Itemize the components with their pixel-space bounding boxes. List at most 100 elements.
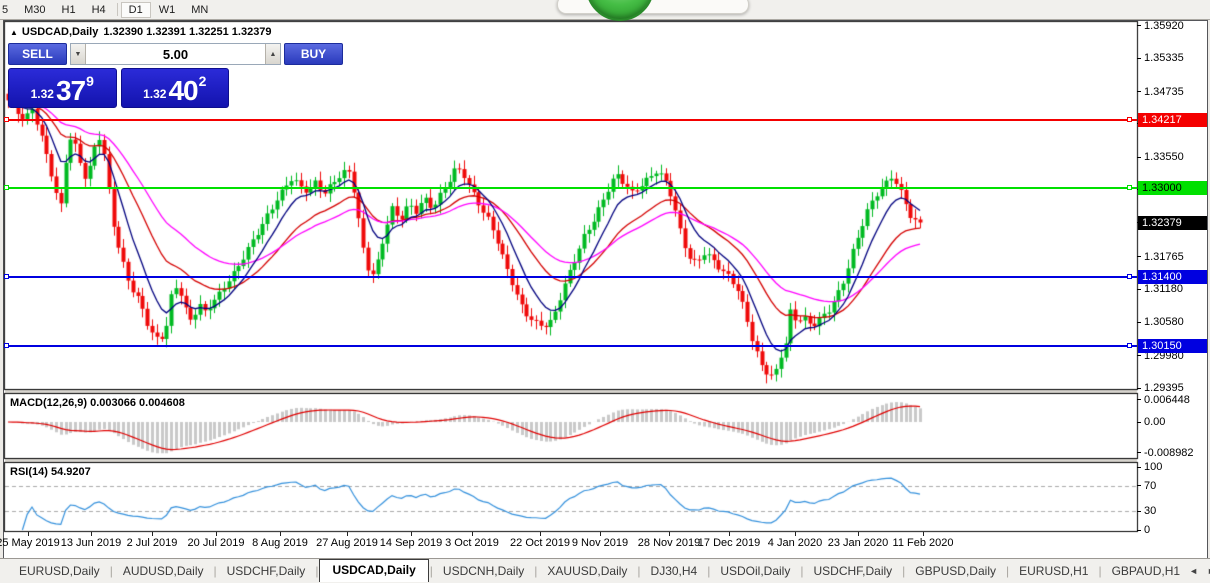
date-axis-tick	[795, 532, 796, 536]
tab-dj30-h4[interactable]: DJ30,H4	[642, 560, 707, 582]
date-axis-label: 28 Nov 2019	[637, 537, 701, 549]
timeframe-button-h1[interactable]: H1	[54, 2, 84, 18]
rsi-axis-tick: 30	[1137, 505, 1156, 517]
date-axis-label: 9 Nov 2019	[571, 537, 629, 549]
mt4-terminal: 5 M30 H1 H4 D1 W1 MN ▲ USDCAD,Daily 1.32390 1.32…	[0, 0, 1210, 583]
tab-scroll-left-icon[interactable]: ◄	[1189, 566, 1198, 576]
sell-price-box[interactable]: 1.32 37 9	[8, 68, 117, 108]
date-axis-label: 13 Jun 2019	[60, 537, 122, 549]
date-axis-tick	[858, 532, 859, 536]
tab-usdchf-daily[interactable]: USDCHF,Daily	[218, 560, 315, 582]
timeframe-button-m30[interactable]: M30	[16, 2, 53, 18]
tab-usdcnh-daily[interactable]: USDCNH,Daily	[434, 560, 533, 582]
sell-button[interactable]: SELL	[8, 43, 67, 65]
tab-separator: |	[315, 564, 319, 578]
horizontal-line-1.34217[interactable]	[5, 119, 1137, 122]
tab-scroll-arrows: ◄►	[1189, 566, 1210, 576]
timeframe-button-d1[interactable]: D1	[120, 1, 151, 18]
tab-eurusd-h1[interactable]: EURUSD,H1	[1010, 560, 1097, 582]
date-axis-label: 3 Oct 2019	[445, 537, 499, 549]
date-axis-label: 8 Aug 2019	[252, 537, 308, 549]
date-axis-label: 4 Jan 2020	[767, 537, 823, 549]
date-axis-tick	[28, 532, 29, 536]
price-axis-tick: 1.29395	[1137, 382, 1184, 394]
chart-tab-bar: EURUSD,Daily | AUDUSD,Daily | USDCHF,Daily | U…	[0, 558, 1210, 583]
date-axis-label: 11 Feb 2020	[892, 537, 954, 549]
rsi-axis-tick: 100	[1137, 461, 1162, 473]
macd-axis-tick: 0.00	[1137, 416, 1165, 428]
tab-usdcad-daily[interactable]: USDCAD,Daily	[319, 558, 429, 582]
volume-input[interactable]	[86, 44, 265, 64]
date-axis-tick	[729, 532, 730, 536]
date-axis-tick	[472, 532, 473, 536]
one-click-trading-panel: SELL ▼ ▲ BUY 1.32379 1.32402	[8, 43, 343, 108]
timeframe-button-5[interactable]: 5	[0, 2, 16, 18]
tab-usdchf-daily[interactable]: USDCHF,Daily	[804, 560, 901, 582]
line-handle-right[interactable]	[1127, 343, 1132, 349]
date-axis-label: 14 Sep 2019	[379, 537, 443, 549]
sell-price-big: 37	[55, 75, 86, 106]
date-axis-tick	[669, 532, 670, 536]
date-axis-tick	[600, 532, 601, 536]
buy-price-prefix: 1.32	[143, 87, 167, 101]
date-axis-tick	[923, 532, 924, 536]
toolbar-separator	[116, 3, 118, 16]
timeframe-button-w1[interactable]: W1	[151, 2, 184, 18]
chart-title-ohlc: 1.32390 1.32391 1.32251 1.32379	[103, 26, 272, 38]
line-price-label: 1.34217	[1138, 113, 1207, 128]
date-axis-tick	[152, 532, 153, 536]
tab-usdoil-daily[interactable]: USDOil,Daily	[711, 560, 799, 582]
price-axis-tick: 1.31180	[1137, 283, 1183, 295]
line-handle-right[interactable]	[1127, 273, 1132, 279]
timeframe-button-h4[interactable]: H4	[84, 2, 114, 18]
sell-price-sup: 9	[86, 73, 94, 89]
price-axis-tick: 1.35335	[1137, 52, 1184, 64]
tab-separator: |	[1098, 564, 1102, 578]
chart-title: ▲ USDCAD,Daily 1.32390 1.32391 1.32251 1.3…	[10, 26, 272, 38]
date-axis-tick	[280, 532, 281, 536]
price-axis-tick: 1.30580	[1137, 316, 1184, 328]
buy-button[interactable]: BUY	[284, 43, 343, 65]
buy-price-big: 40	[168, 75, 198, 106]
timeframe-button-mn[interactable]: MN	[183, 2, 216, 18]
date-axis-label: 25 May 2019	[0, 537, 60, 549]
tab-gbpusd-daily[interactable]: GBPUSD,Daily	[906, 560, 1005, 582]
horizontal-line-1.30150[interactable]	[5, 345, 1137, 348]
date-axis-label: 27 Aug 2019	[316, 537, 378, 549]
line-handle-left[interactable]	[4, 273, 9, 279]
date-axis-tick	[347, 532, 348, 536]
date-axis-tick	[216, 532, 217, 536]
date-axis-label: 23 Jan 2020	[827, 537, 889, 549]
tab-audusd-daily[interactable]: AUDUSD,Daily	[114, 560, 213, 582]
volume-increase-button[interactable]: ▲	[265, 44, 280, 64]
collapse-arrow-icon[interactable]: ▲	[10, 28, 18, 37]
tab-separator: |	[213, 564, 217, 578]
line-handle-right[interactable]	[1127, 117, 1132, 123]
date-axis-tick	[91, 532, 92, 536]
line-handle-left[interactable]	[4, 343, 9, 349]
macd-axis-tick: 0.006448	[1137, 394, 1190, 406]
buy-price-sup: 2	[198, 73, 207, 89]
overlay-pill	[557, 0, 749, 14]
tab-gbpaud-h1[interactable]: GBPAUD,H1	[1103, 560, 1189, 582]
line-handle-right[interactable]	[1127, 185, 1132, 190]
tab-eurusd-daily[interactable]: EURUSD,Daily	[10, 560, 109, 582]
line-price-label: 1.30150	[1138, 339, 1207, 354]
horizontal-line-1.33000[interactable]	[5, 187, 1137, 189]
tab-separator: |	[534, 564, 538, 578]
line-handle-left[interactable]	[4, 117, 9, 123]
price-axis-tick: 1.31765	[1137, 251, 1184, 263]
horizontal-line-1.31400[interactable]	[5, 275, 1137, 278]
tab-separator: |	[902, 564, 906, 578]
volume-stepper: ▼ ▲	[70, 43, 281, 65]
date-axis-tick	[411, 532, 412, 536]
volume-decrease-button[interactable]: ▼	[71, 44, 86, 64]
rsi-indicator-label: RSI(14) 54.9207	[10, 466, 91, 478]
line-handle-left[interactable]	[4, 185, 9, 190]
current-price-label: 1.32379	[1138, 215, 1207, 230]
tab-separator: |	[429, 564, 433, 578]
buy-price-box[interactable]: 1.32 40 2	[120, 68, 229, 108]
tab-separator: |	[707, 564, 711, 578]
tab-xauusd-daily[interactable]: XAUUSD,Daily	[538, 560, 636, 582]
line-price-label: 1.31400	[1138, 269, 1207, 284]
